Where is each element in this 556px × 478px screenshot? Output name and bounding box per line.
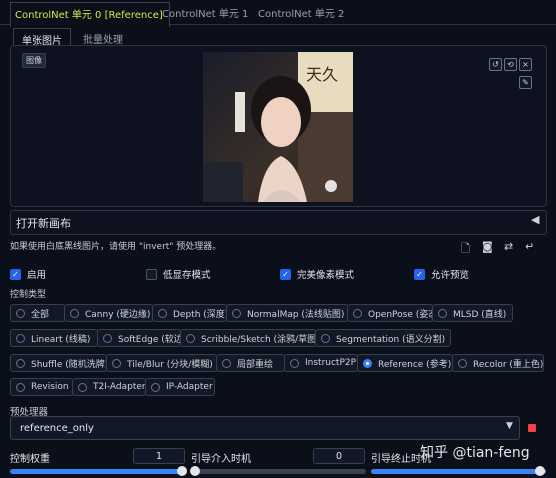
check-icon: ✓ — [280, 268, 291, 280]
radio-all[interactable]: 全部 — [10, 304, 65, 322]
radio-tile-blur[interactable]: Tile/Blur (分块/模糊) — [106, 354, 217, 372]
control-type-label: 控制类型 — [10, 290, 47, 300]
radio-ip-adapter[interactable]: IP-Adapter — [145, 378, 215, 396]
control-weight-input[interactable]: 1 — [133, 448, 185, 464]
close-icon[interactable]: × — [519, 58, 532, 71]
collapse-arrow-icon[interactable]: ◀ — [531, 213, 539, 226]
watermark: 知乎 @tian-feng — [420, 445, 530, 461]
image-label: 图像 — [22, 53, 46, 68]
check-icon: ✓ — [10, 268, 21, 280]
control-weight-slider[interactable] — [10, 466, 187, 476]
check-icon: ✓ — [414, 268, 425, 280]
enable-checkbox[interactable]: ✓ 启用 — [10, 267, 46, 281]
camera-icon[interactable]: ◙ — [482, 240, 493, 253]
radio-revision[interactable]: Revision — [10, 378, 73, 396]
reset-icon[interactable]: ⟲ — [504, 58, 517, 71]
tab-controlnet-unit-2[interactable]: ControlNet 单元 2 — [258, 5, 344, 20]
preprocessor-value: reference_only — [20, 423, 94, 434]
starting-step-slider[interactable] — [190, 466, 366, 476]
slider-handle[interactable] — [177, 466, 187, 476]
radio-normalmap[interactable]: NormalMap (法线贴图) — [226, 304, 348, 322]
new-file-icon[interactable]: 🗋 — [461, 240, 470, 259]
ending-step-slider[interactable] — [371, 466, 546, 476]
radio-reference[interactable]: Reference (参考) — [357, 354, 453, 372]
radio-segmentation[interactable]: Segmentation (语义分割) — [315, 329, 451, 347]
brush-icon[interactable]: ✎ — [519, 76, 532, 89]
radio-mlsd[interactable]: MLSD (直线) — [432, 304, 513, 322]
tab-controlnet-unit-0[interactable]: ControlNet 单元 0 [Reference] — [10, 2, 170, 27]
slider-handle[interactable] — [190, 466, 200, 476]
radio-instructp2p[interactable]: InstructP2P — [284, 354, 358, 372]
run-preprocessor-icon[interactable] — [528, 424, 536, 432]
undo-icon[interactable]: ↺ — [489, 58, 502, 71]
low-vram-checkbox[interactable]: 低显存模式 — [146, 267, 211, 281]
radio-inpaint[interactable]: 局部重绘 — [216, 354, 285, 372]
radio-scribble[interactable]: Scribble/Sketch (涂鸦/草图) — [180, 329, 320, 347]
radio-t2i-adapter[interactable]: T2I-Adapter — [72, 378, 146, 396]
tab-batch[interactable]: 批量处理 — [83, 31, 123, 46]
reference-photo: 天久 — [203, 52, 353, 202]
selected-dot-icon — [363, 358, 372, 368]
open-new-canvas-bar[interactable] — [10, 210, 547, 235]
starting-step-input[interactable]: 0 — [313, 448, 365, 464]
invert-hint: 如果使用白底黑线图片，请使用 "invert" 预处理器。 — [10, 242, 222, 252]
pixel-perfect-checkbox[interactable]: ✓ 完美像素模式 — [280, 267, 354, 281]
radio-recolor[interactable]: Recolor (重上色) — [452, 354, 544, 372]
radio-lineart[interactable]: Lineart (线稿) — [10, 329, 98, 347]
swap-icon[interactable]: ⇄ — [504, 240, 513, 253]
tab-controlnet-unit-1[interactable]: ControlNet 单元 1 — [162, 5, 248, 20]
starting-step-label: 引导介入时机 — [191, 454, 251, 465]
allow-preview-checkbox[interactable]: ✓ 允许预览 — [414, 267, 469, 281]
radio-depth[interactable]: Depth (深度) — [152, 304, 228, 322]
radio-canny[interactable]: Canny (硬边缘) — [64, 304, 153, 322]
svg-text:天久: 天久 — [306, 65, 338, 84]
radio-shuffle[interactable]: Shuffle (随机洗牌) — [10, 354, 108, 372]
control-weight-label: 控制权重 — [10, 454, 50, 465]
open-new-canvas-label: 打开新画布 — [16, 217, 71, 230]
radio-softedge[interactable]: SoftEdge (软边缘) — [97, 329, 195, 347]
chevron-down-icon[interactable]: ▼ — [506, 421, 513, 431]
send-dimensions-icon[interactable]: ↵ — [525, 240, 534, 253]
radio-openpose[interactable]: OpenPose (姿态) — [347, 304, 441, 322]
slider-handle[interactable] — [535, 466, 545, 476]
